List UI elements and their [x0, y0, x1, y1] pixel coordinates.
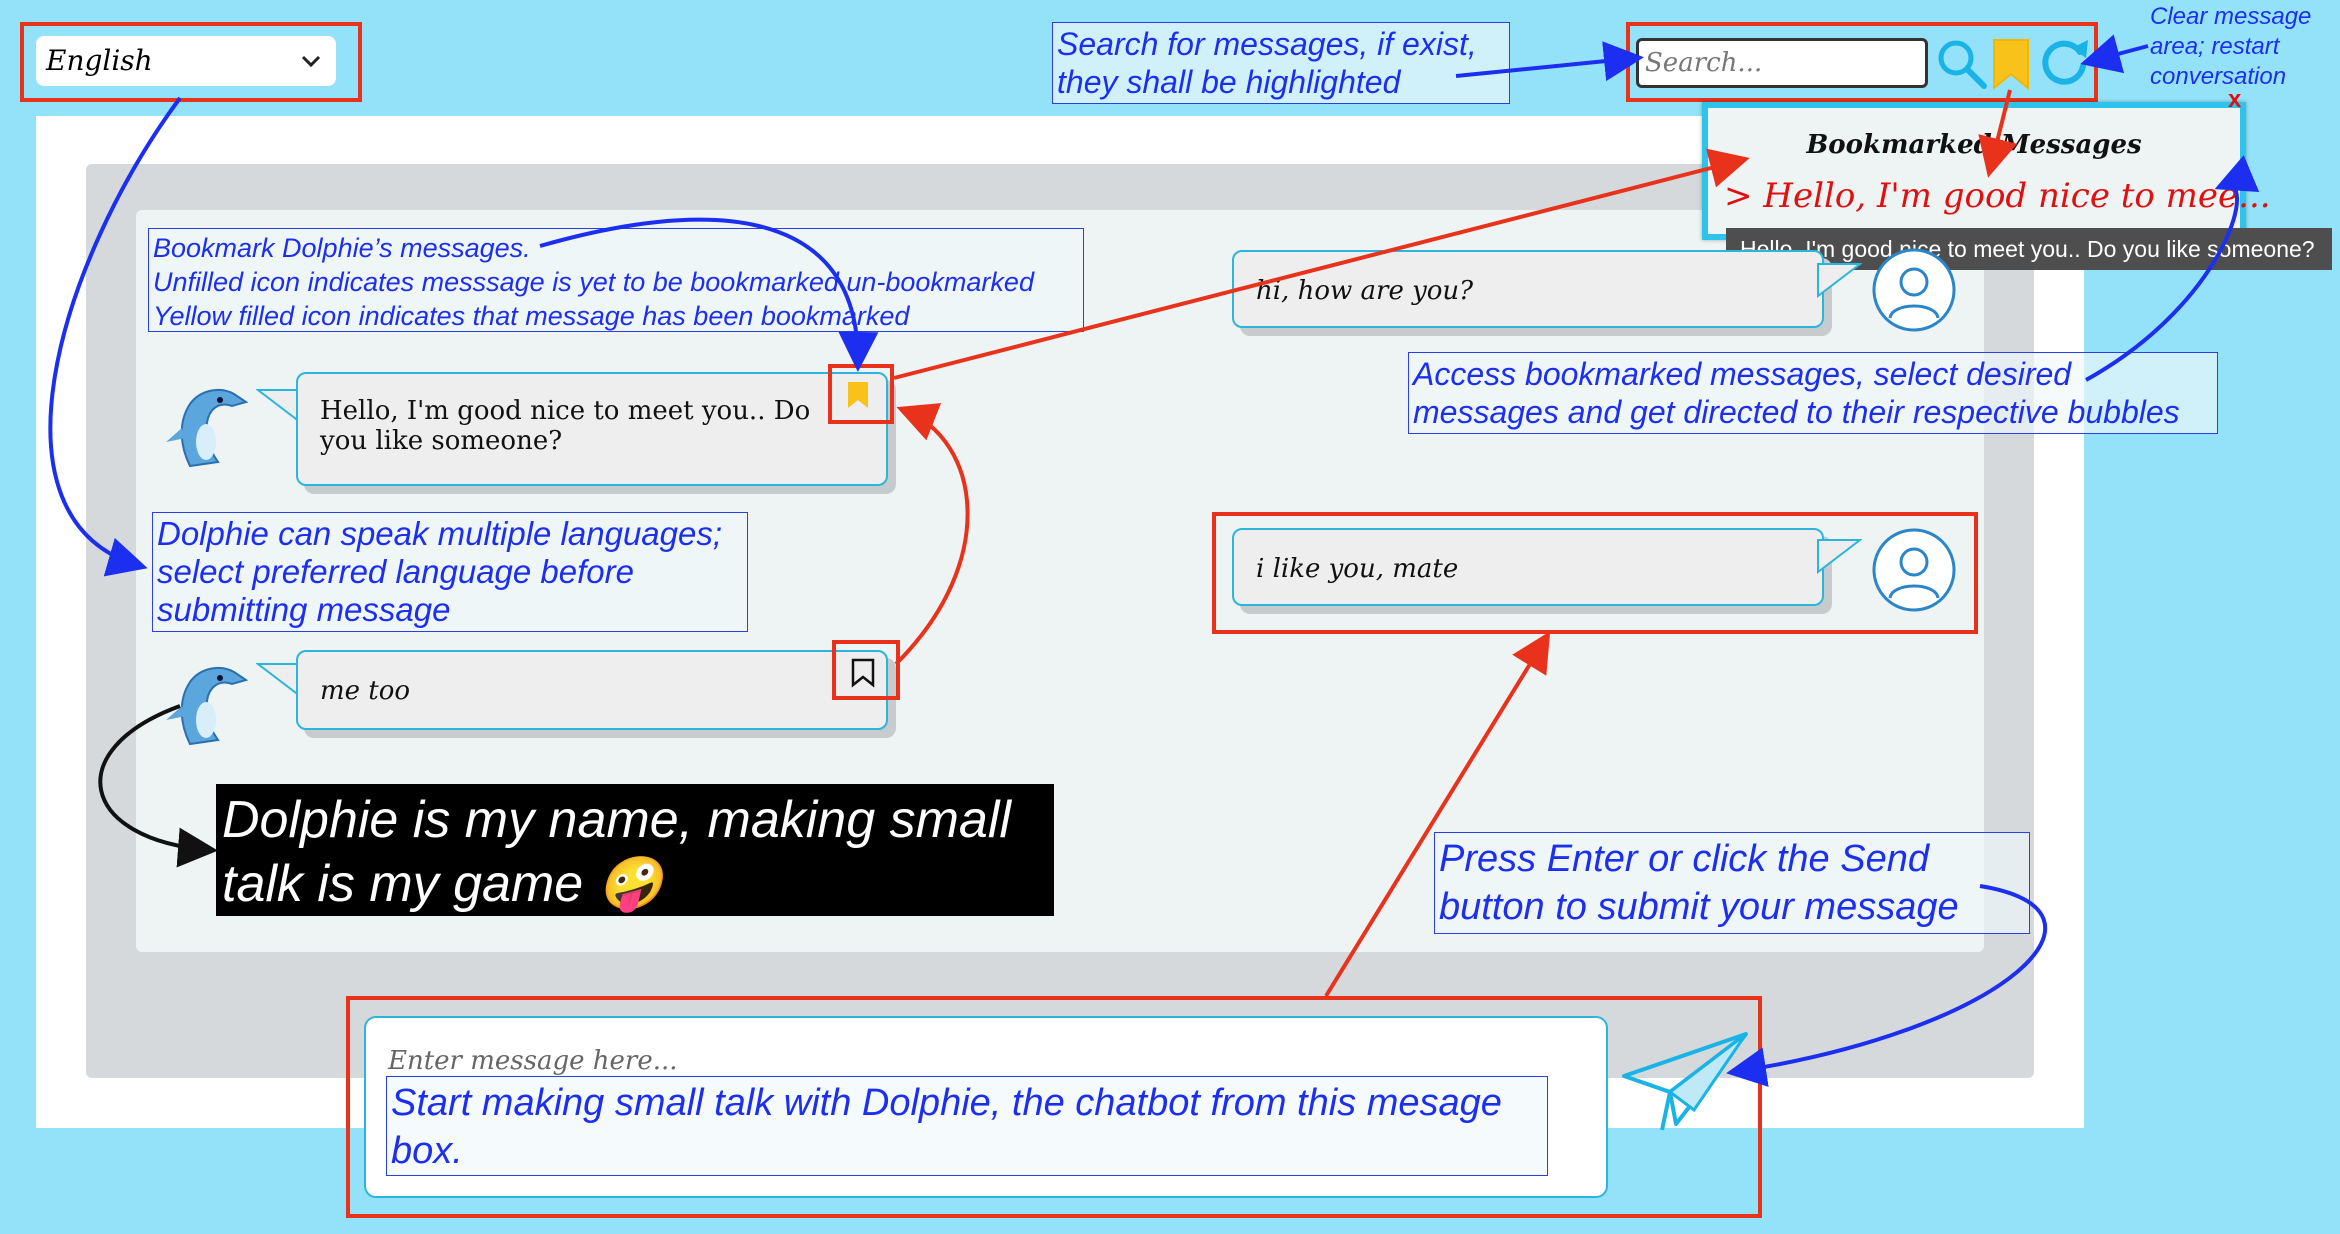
bookmark-empty-highlight: [832, 640, 900, 700]
dolphie-tagline: Dolphie is my name, making small talk is…: [216, 784, 1054, 916]
bookmark-annotation-line: Yellow filled icon indicates that messag…: [153, 301, 910, 331]
bot-message: me too: [296, 650, 888, 730]
user-message: hi, how are you?: [1232, 250, 1824, 328]
send-annotation: Press Enter or click the Send button to …: [1434, 832, 2030, 934]
language-highlight: [20, 22, 362, 102]
search-annotation: Search for messages, if exist, they shal…: [1052, 22, 1510, 104]
compose-annotation: Start making small talk with Dolphie, th…: [386, 1076, 1548, 1176]
bookmark-annotation-line: Unfilled icon indicates messsage is yet …: [153, 267, 1034, 297]
toolbar-highlight: [1626, 22, 2098, 102]
clear-annotation: Clear message area; restart conversation: [2150, 3, 2312, 90]
bookmarks-title: Bookmarked Messages: [1806, 130, 2142, 160]
bookmarks-panel: Bookmarked Messages > Hello, I'm good ni…: [1702, 102, 2271, 240]
bookmark-filled-highlight: [828, 364, 894, 424]
bubble-tail: [1817, 263, 1862, 298]
message-text: hi, how are you?: [1256, 276, 1474, 306]
message-text: me too: [320, 676, 411, 706]
bookmarked-item[interactable]: > Hello, I'm good nice to mee...: [1724, 176, 2271, 216]
languages-annotation: Dolphie can speak multiple languages; se…: [152, 512, 748, 632]
user-message-highlight: [1212, 512, 1978, 634]
user-icon: [1872, 248, 1956, 332]
message-text: Hello, I'm good nice to meet you.. Do yo…: [320, 396, 811, 456]
bot-message: Hello, I'm good nice to meet you.. Do yo…: [296, 372, 888, 486]
bookmark-annotation: Bookmark Dolphie’s messages. Unfilled ic…: [148, 228, 1084, 332]
access-annotation: Access bookmarked messages, select desir…: [1408, 352, 2218, 434]
dolphin-icon: [166, 388, 249, 468]
dolphin-icon: [166, 666, 249, 746]
bookmark-annotation-line: Bookmark Dolphie’s messages.: [153, 233, 531, 263]
